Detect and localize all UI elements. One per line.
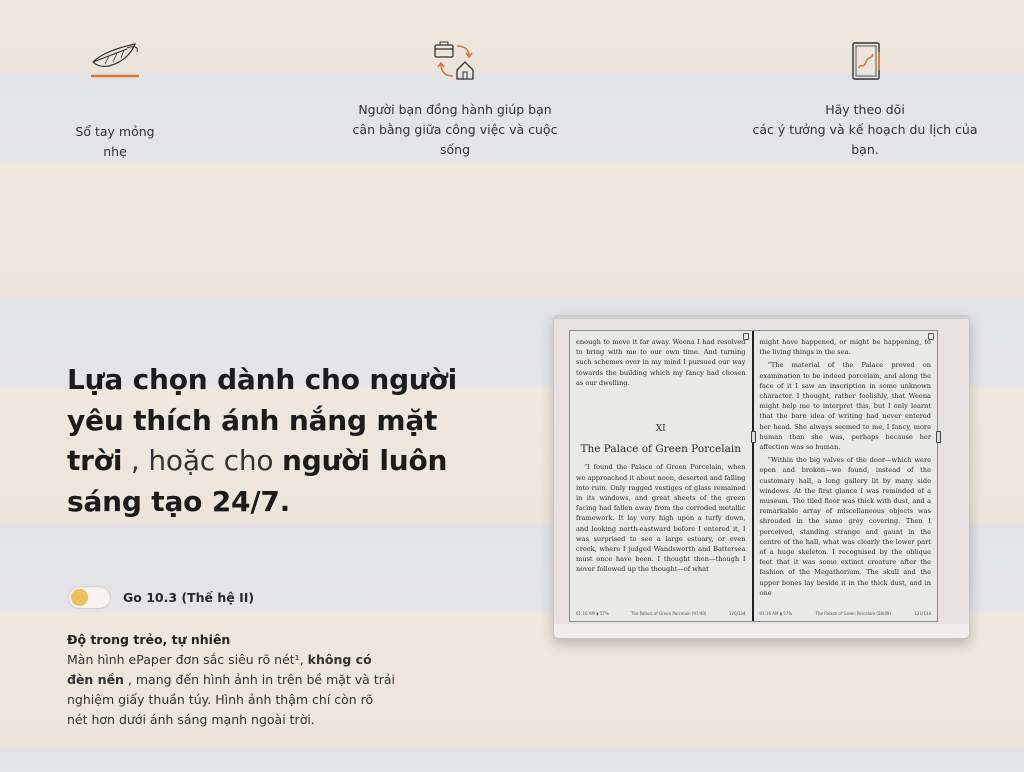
footer-page: 121/134 bbox=[914, 610, 931, 616]
right-para-1: might have happened, or might be happeni… bbox=[759, 338, 932, 357]
bookmark-icon bbox=[742, 333, 749, 340]
left-page-footer: 01:16 AM ▮ 57% The Palace of Green Porce… bbox=[576, 609, 746, 619]
feature-text-line2: các ý tưởng và kế hoạch du lịch của bbox=[752, 122, 978, 137]
model-toggle-switch[interactable] bbox=[68, 586, 111, 609]
feature-lightweight: Sổ tay mỏng nhẹ bbox=[60, 40, 170, 162]
feature-description: Độ trong trẻo, tự nhiên Màn hình ePaper … bbox=[67, 630, 397, 730]
footer-title: The Palace of Green Porcelain (58/49) bbox=[815, 610, 891, 616]
right-page-footer: 01:16 AM ▮ 57% The Palace of Green Porce… bbox=[760, 609, 932, 619]
headline-light: , hoặc cho bbox=[122, 444, 283, 477]
feature-text-line1: Hãy theo dõi bbox=[825, 102, 905, 117]
feature-track-ideas: Hãy theo dõi các ý tưởng và kế hoạch du … bbox=[740, 40, 990, 160]
ereader-left-page: enough to move it far away. Weena I had … bbox=[570, 331, 756, 621]
notebook-sketch-icon bbox=[852, 42, 880, 80]
ereader-device-image: enough to move it far away. Weena I had … bbox=[553, 315, 970, 639]
model-toggle-row: Go 10.3 (Thế hệ II) bbox=[68, 586, 254, 609]
left-para-1: enough to move it far away. Weena I had … bbox=[576, 338, 746, 387]
footer-page: 120/134 bbox=[728, 610, 746, 616]
description-text-1: Màn hình ePaper đơn sắc siêu rõ nét¹, bbox=[67, 652, 308, 667]
work-home-balance-icon bbox=[434, 41, 474, 80]
page-headline: Lựa chọn dành cho người yêu thích ánh nắ… bbox=[67, 360, 467, 522]
right-para-2: “The material of the Palace proved on ex… bbox=[759, 361, 932, 452]
feature-text-line2: cân bằng giữa công việc và cuộc bbox=[352, 122, 558, 137]
feather-icon bbox=[91, 43, 139, 78]
feature-work-life-balance: Người bạn đồng hành giúp bạn cân bằng gi… bbox=[345, 40, 565, 160]
bookmark-icon bbox=[928, 333, 934, 340]
feature-text-line1: Người bạn đồng hành giúp bạn bbox=[358, 102, 552, 117]
ereader-screen: enough to move it far away. Weena I had … bbox=[569, 330, 941, 622]
footer-title: The Palace of Green Porcelain (97/49) bbox=[631, 610, 707, 616]
feature-text-line2: nhẹ bbox=[103, 144, 127, 159]
description-title: Độ trong trẻo, tự nhiên bbox=[67, 632, 231, 647]
right-para-3: “Within the big valves of the door—which… bbox=[759, 456, 932, 597]
toggle-knob bbox=[71, 589, 88, 606]
device-bottom-bar bbox=[554, 624, 969, 638]
chapter-number: XI bbox=[655, 424, 666, 435]
footer-status: 01:16 AM ▮ 57% bbox=[759, 610, 793, 616]
feature-text-line3: sống bbox=[439, 142, 471, 157]
feature-text-line1: Sổ tay mỏng bbox=[75, 124, 155, 139]
model-toggle-label: Go 10.3 (Thế hệ II) bbox=[123, 590, 255, 605]
footer-status: 01:16 AM ▮ 57% bbox=[576, 610, 609, 616]
device-top-edge bbox=[554, 316, 969, 319]
left-para-2: “I found the Palace of Green Porcelain, … bbox=[576, 463, 746, 574]
chapter-title: The Palace of Green Porcelain bbox=[580, 443, 741, 456]
feature-text-line3: bạn. bbox=[851, 142, 879, 157]
ereader-right-page: might have happened, or might be happeni… bbox=[754, 331, 941, 621]
page-handle-icon bbox=[936, 431, 941, 443]
